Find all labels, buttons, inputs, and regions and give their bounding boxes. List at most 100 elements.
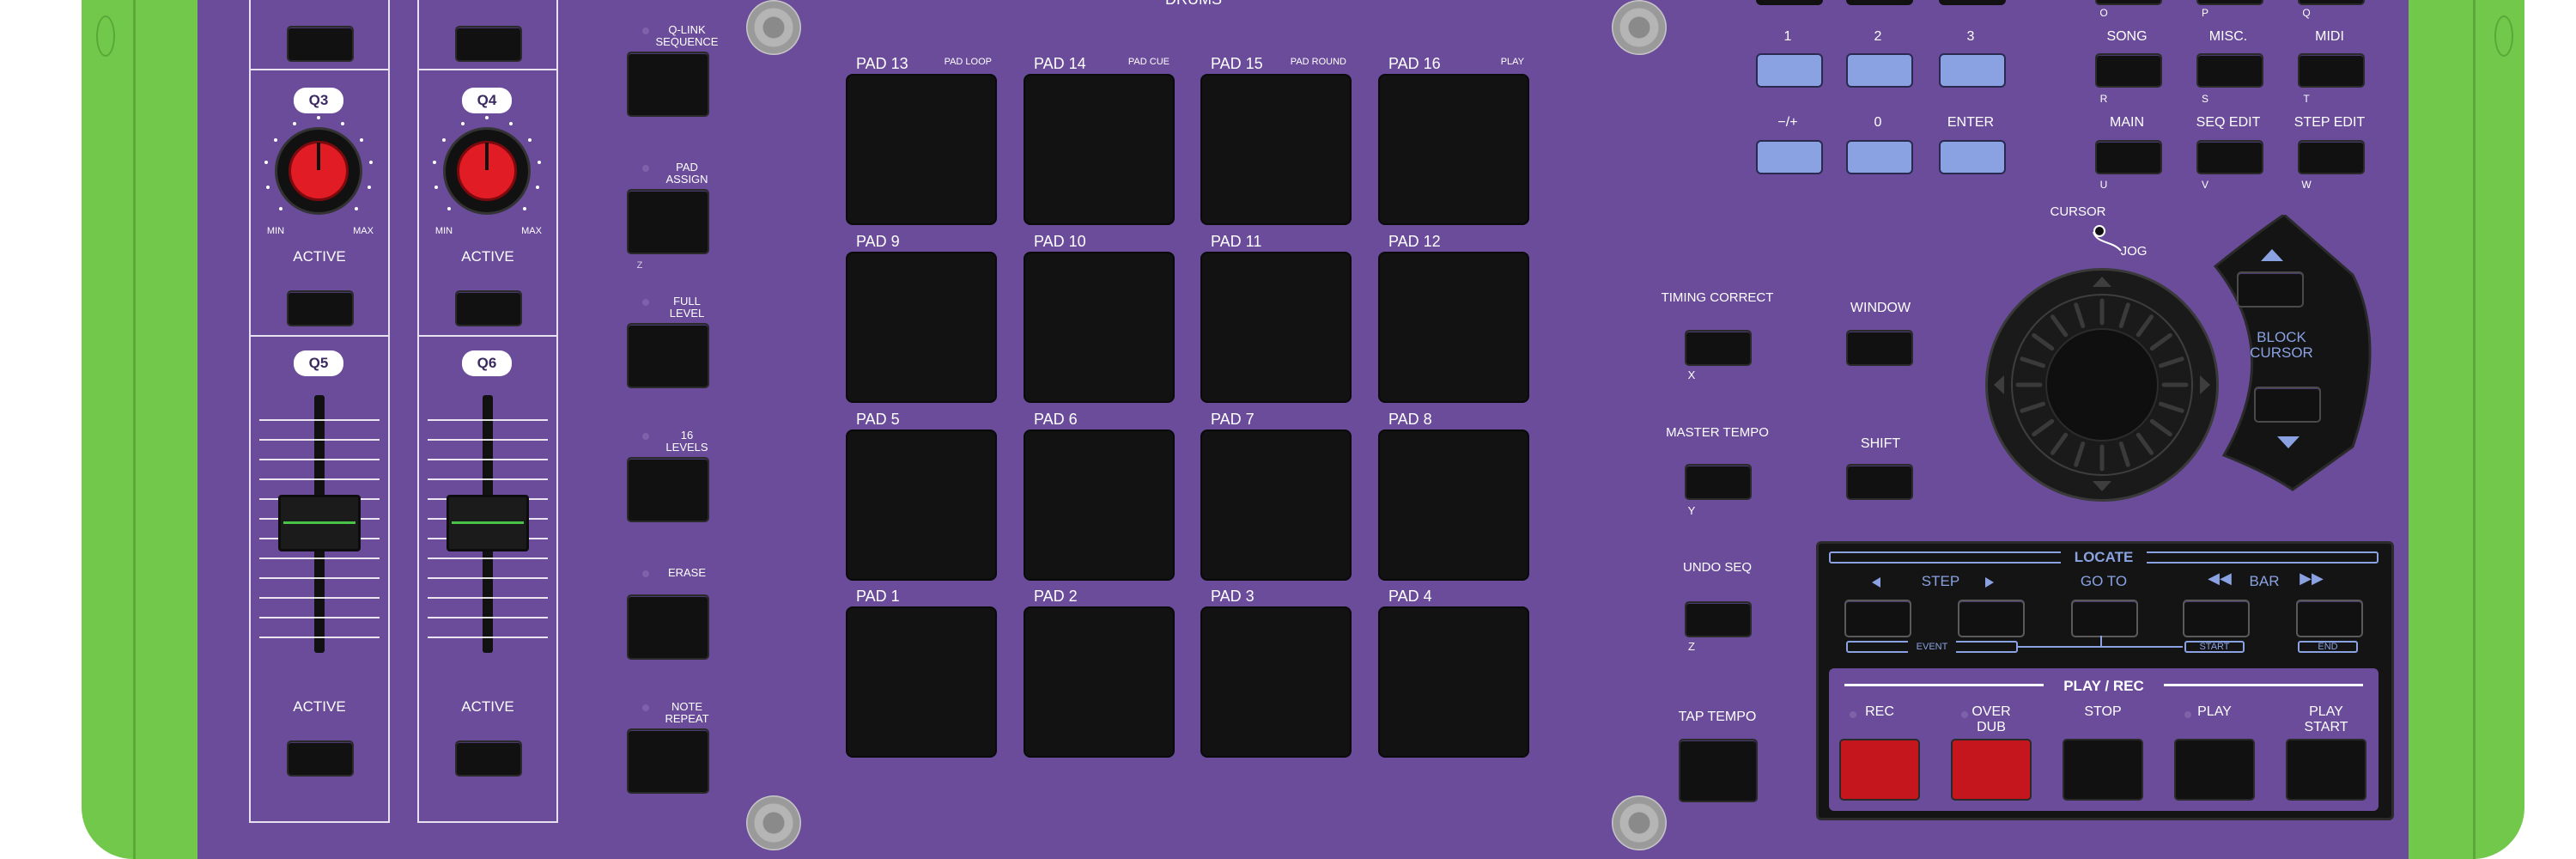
knob-scale-dot [354, 206, 358, 210]
drum-pad[interactable] [1200, 430, 1352, 581]
body-edge-left [133, 0, 136, 859]
mode-button[interactable] [2095, 140, 2162, 174]
pad-function-button[interactable] [627, 189, 709, 254]
cursor-down-button[interactable] [2254, 387, 2321, 423]
numpad-key-row2[interactable] [1846, 140, 1913, 174]
strip-top-button[interactable] [287, 26, 354, 62]
shift-button[interactable] [1846, 464, 1913, 500]
pad-function-button[interactable] [627, 728, 709, 794]
locate-event-label: EVENT [1908, 641, 1956, 653]
undo-seq-button[interactable] [1685, 601, 1752, 637]
drum-pad[interactable] [1200, 606, 1352, 758]
knob-active-button[interactable] [287, 290, 354, 326]
window-button[interactable] [1846, 330, 1913, 366]
pad-label: PAD 4 [1388, 588, 1432, 605]
mode-button[interactable] [2196, 53, 2263, 88]
numpad-key-label: 2 [1874, 29, 1882, 44]
fader-tick [259, 577, 380, 579]
pad-label: PAD 16 [1388, 55, 1441, 72]
transport-button[interactable] [2174, 739, 2255, 801]
drum-pad[interactable] [1024, 74, 1175, 225]
drum-pad[interactable] [846, 74, 997, 225]
mode-label: MAIN [2110, 115, 2144, 130]
mode-button[interactable] [2298, 140, 2365, 174]
numpad-top-row-button[interactable] [1846, 0, 1913, 5]
shift-label: SHIFT [1860, 436, 1901, 451]
pad-function-button[interactable] [627, 52, 709, 117]
drum-pad[interactable] [1378, 252, 1529, 403]
transport-button[interactable] [1951, 739, 2032, 801]
fader-knob-line [283, 521, 355, 524]
pad-function-label: PAD ROUND [1290, 57, 1346, 67]
mode-sub: S [2201, 93, 2208, 105]
numpad-key-3[interactable] [1939, 53, 2006, 88]
mode-button[interactable] [2298, 53, 2365, 88]
go-to-button[interactable] [2071, 600, 2138, 637]
numpad-key-1[interactable] [1756, 53, 1823, 88]
drum-pad[interactable] [1200, 252, 1352, 403]
tap-tempo-button[interactable] [1679, 739, 1758, 802]
drum-pad[interactable] [846, 252, 997, 403]
fader-tick [428, 557, 548, 559]
mode-top-button[interactable] [2196, 0, 2263, 5]
numpad-key-row2[interactable] [1939, 140, 2006, 174]
pad-function-button[interactable] [627, 457, 709, 522]
timing-correct-button[interactable] [1685, 330, 1752, 366]
bar-forward-button[interactable] [2296, 600, 2363, 637]
drum-pad[interactable] [1378, 430, 1529, 581]
fader-label-pill: Q5 [294, 350, 343, 376]
transport-label: OVER DUB [1971, 704, 2011, 734]
drum-pad[interactable] [1378, 606, 1529, 758]
mode-top-button[interactable] [2298, 0, 2365, 5]
drum-pad[interactable] [1024, 430, 1175, 581]
transport-button[interactable] [2063, 739, 2143, 801]
strip-divider-mid [251, 335, 388, 337]
body-oval-left [96, 15, 115, 57]
step-forward-button[interactable] [1958, 600, 2025, 637]
pad-function-button[interactable] [627, 323, 709, 388]
drum-pad[interactable] [846, 430, 997, 581]
numpad-key-2[interactable] [1846, 53, 1913, 88]
pad-function-label: PAD ASSIGN [665, 161, 708, 186]
pad-function-label: NOTE REPEAT [665, 700, 709, 725]
mode-label: STEP EDIT [2293, 115, 2366, 130]
drum-pad[interactable] [846, 606, 997, 758]
pad-function-button[interactable] [627, 594, 709, 660]
numpad-top-row-button[interactable] [1756, 0, 1823, 5]
fader-active-button[interactable] [455, 740, 522, 777]
master-tempo-button[interactable] [1685, 464, 1752, 500]
mode-top-button[interactable] [2095, 0, 2162, 5]
mode-button[interactable] [2196, 140, 2263, 174]
jog-left-icon [1994, 375, 2004, 394]
bar-back-button[interactable] [2183, 600, 2250, 637]
pad-function-label: PAD CUE [1127, 57, 1170, 67]
numpad-key-label: −/+ [1777, 115, 1798, 130]
transport-button[interactable] [2286, 739, 2366, 801]
locate-step-label: STEP [1921, 573, 1960, 589]
fader-tick [259, 597, 380, 599]
strip-top-button[interactable] [455, 26, 522, 62]
drum-pad[interactable] [1200, 74, 1352, 225]
knob-scale-dot [273, 137, 277, 142]
fader-knob-line [452, 521, 524, 524]
drum-pad[interactable] [1024, 252, 1175, 403]
fader-label-pill: Q6 [462, 350, 512, 376]
transport-button[interactable] [1839, 739, 1920, 801]
numpad-key-label: 1 [1783, 29, 1792, 44]
drum-pad[interactable] [1024, 606, 1175, 758]
numpad-top-row-button[interactable] [1939, 0, 2006, 5]
step-back-button[interactable] [1844, 600, 1911, 637]
pad-function-label: 16 LEVELS [665, 429, 708, 454]
numpad-key-row2[interactable] [1756, 140, 1823, 174]
pad-function-label: PLAY [1500, 57, 1524, 67]
pad-function-label: FULL LEVEL [669, 295, 705, 320]
knob-active-button[interactable] [455, 290, 522, 326]
master-tempo-sub: Y [1687, 504, 1696, 517]
cursor-up-button[interactable] [2237, 271, 2304, 308]
pad-label: PAD 1 [856, 588, 900, 605]
drum-pad[interactable] [1378, 74, 1529, 225]
fader-active-button[interactable] [287, 740, 354, 777]
mode-button[interactable] [2095, 53, 2162, 88]
jog-connector-icon [2093, 231, 2122, 252]
fader-tick [428, 419, 548, 421]
